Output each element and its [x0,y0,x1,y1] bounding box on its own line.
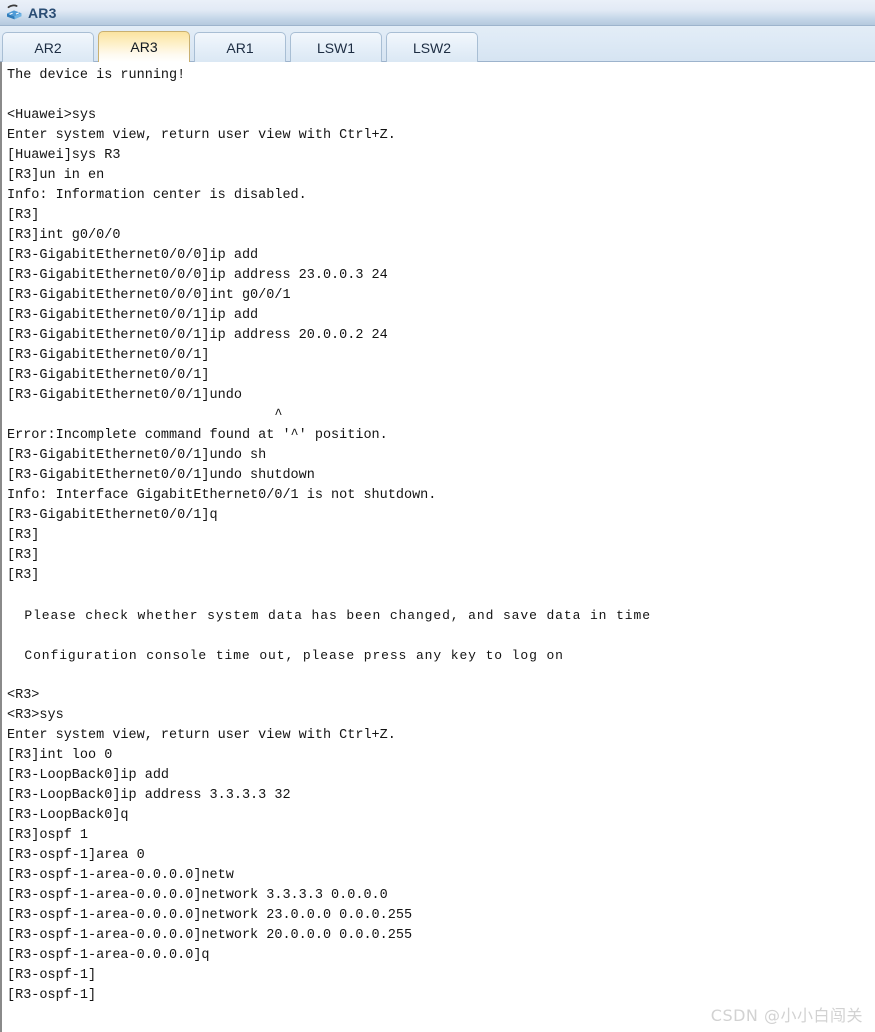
terminal-line: [R3]int loo 0 [7,748,113,763]
terminal-line: Info: Information center is disabled. [7,188,307,203]
cli-window: AR3 AR2 AR3 AR1 LSW1 LSW2 The device is runn… [0,0,875,1032]
terminal-line: [R3]ospf 1 [7,828,89,843]
terminal-line: Error:Incomplete command found at '^' po… [7,428,388,443]
terminal-line: [R3-GigabitEthernet0/0/0]ip add [7,248,259,263]
title-bar: AR3 [0,0,875,26]
terminal-line: ^ [7,408,283,423]
terminal-line: [R3-GigabitEthernet0/0/0]ip address 23.0… [7,268,388,283]
terminal-line: [R3-ospf-1-area-0.0.0.0]network 20.0.0.0… [7,928,413,943]
terminal-line: [R3-LoopBack0]ip address 3.3.3.3 32 [7,788,291,803]
terminal-line: [R3-GigabitEthernet0/0/0]int g0/0/1 [7,288,291,303]
terminal-line: [R3-GigabitEthernet0/0/1] [7,348,210,363]
device-tab-strip: AR2 AR3 AR1 LSW1 LSW2 [0,26,875,62]
terminal-line: [R3-GigabitEthernet0/0/1]ip address 20.0… [7,328,388,343]
terminal-line: Configuration console time out, please p… [7,648,564,663]
terminal-line: Please check whether system data has bee… [7,608,651,623]
tab-lsw1[interactable]: LSW1 [290,32,382,62]
terminal-line: [R3-GigabitEthernet0/0/1]undo shutdown [7,468,315,483]
terminal-line: [R3] [7,528,40,543]
tab-label: LSW2 [412,39,452,56]
terminal-line: [R3-GigabitEthernet0/0/1] [7,368,210,383]
terminal-line: [R3-GigabitEthernet0/0/1]undo [7,388,242,403]
terminal-line: [R3-GigabitEthernet0/0/1]ip add [7,308,259,323]
tab-label: LSW1 [316,39,356,56]
terminal-line: [R3-GigabitEthernet0/0/1]undo sh [7,448,267,463]
router-icon [4,3,24,23]
tab-ar1[interactable]: AR1 [194,32,286,62]
terminal-line: [R3-ospf-1-area-0.0.0.0]network 3.3.3.3 … [7,888,388,903]
tab-label: AR2 [34,39,62,56]
terminal-line: Enter system view, return user view with… [7,128,396,143]
terminal-line: Info: Interface GigabitEthernet0/0/1 is … [7,488,437,503]
terminal-line: [R3] [7,208,40,223]
terminal-line: [R3-ospf-1-area-0.0.0.0]network 23.0.0.0… [7,908,413,923]
terminal-line: [R3-ospf-1] [7,968,97,983]
terminal-line: [R3]un in en [7,168,105,183]
terminal-line: <Huawei>sys [7,108,97,123]
tab-label: AR1 [226,39,254,56]
terminal-line: [R3-LoopBack0]q [7,808,129,823]
terminal-line: [R3] [7,568,40,583]
terminal-line: [R3]int g0/0/0 [7,228,121,243]
terminal-line: [R3-ospf-1-area-0.0.0.0]q [7,948,210,963]
terminal-line: [R3] [7,548,40,563]
terminal-line: The device is running! [7,68,186,83]
tab-label: AR3 [130,39,158,55]
terminal-output[interactable]: The device is running! <Huawei>sys Enter … [2,62,875,1032]
terminal-line: [R3-GigabitEthernet0/0/1]q [7,508,218,523]
terminal-panel[interactable]: The device is running! <Huawei>sys Enter … [0,62,875,1032]
tab-lsw2[interactable]: LSW2 [386,32,478,62]
terminal-line: [R3-ospf-1] [7,988,97,1003]
terminal-line: [Huawei]sys R3 [7,148,121,163]
window-title: AR3 [28,4,57,21]
terminal-line: <R3> [7,688,40,703]
terminal-line: <R3>sys [7,708,64,723]
tab-ar2[interactable]: AR2 [2,32,94,62]
terminal-line: [R3-ospf-1]area 0 [7,848,145,863]
terminal-line: Enter system view, return user view with… [7,728,396,743]
terminal-line: [R3-LoopBack0]ip add [7,768,170,783]
terminal-line: [R3-ospf-1-area-0.0.0.0]netw [7,868,234,883]
tab-ar3[interactable]: AR3 [98,31,190,62]
